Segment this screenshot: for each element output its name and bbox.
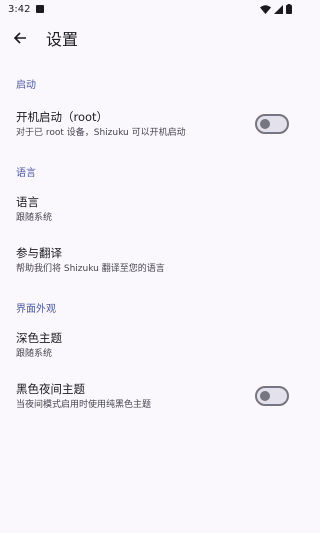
section-header-startup: 启动 — [16, 80, 36, 91]
signal-icon — [274, 4, 283, 14]
status-time: 3:42 — [8, 3, 31, 15]
setting-black-theme[interactable]: 黑色夜间主题 当夜间模式启用时使用纯黑色主题 — [0, 382, 300, 411]
setting-subtitle: 帮助我们将 Shizuku 翻译至您的语言 — [16, 264, 165, 274]
setting-root-start[interactable]: 开机启动（root） 对于已 root 设备，Shizuku 可以开机启动 — [0, 110, 300, 139]
setting-title: 开机启动（root） — [16, 110, 109, 124]
setting-translate[interactable]: 参与翻译 帮助我们将 Shizuku 翻译至您的语言 — [0, 246, 300, 275]
section-header-language: 语言 — [16, 168, 36, 179]
status-bar: 3:42 — [0, 0, 300, 18]
root-start-switch[interactable] — [255, 114, 289, 134]
setting-subtitle: 跟随系统 — [16, 349, 53, 359]
switch-thumb — [260, 391, 270, 401]
status-left: 3:42 — [8, 3, 45, 15]
setting-title: 参与翻译 — [16, 246, 62, 260]
switch-thumb — [260, 119, 270, 129]
battery-icon — [286, 4, 292, 14]
status-icons — [260, 4, 292, 14]
section-header-appearance: 界面外观 — [16, 304, 56, 315]
setting-title: 语言 — [16, 195, 39, 209]
setting-title: 深色主题 — [16, 331, 62, 345]
arrow-back-icon — [13, 32, 26, 44]
app-bar: 设置 — [0, 18, 300, 58]
setting-subtitle: 当夜间模式启用时使用纯黑色主题 — [16, 400, 152, 410]
wifi-icon — [260, 4, 271, 14]
page-title: 设置 — [46, 30, 79, 49]
notification-icon — [36, 5, 45, 13]
back-button[interactable] — [8, 26, 32, 50]
setting-title: 黑色夜间主题 — [16, 382, 85, 396]
setting-subtitle: 对于已 root 设备，Shizuku 可以开机启动 — [16, 128, 186, 138]
setting-subtitle: 跟随系统 — [16, 213, 53, 223]
setting-dark-theme[interactable]: 深色主题 跟随系统 — [0, 331, 300, 360]
black-theme-switch[interactable] — [255, 386, 289, 406]
setting-language[interactable]: 语言 跟随系统 — [0, 195, 300, 224]
